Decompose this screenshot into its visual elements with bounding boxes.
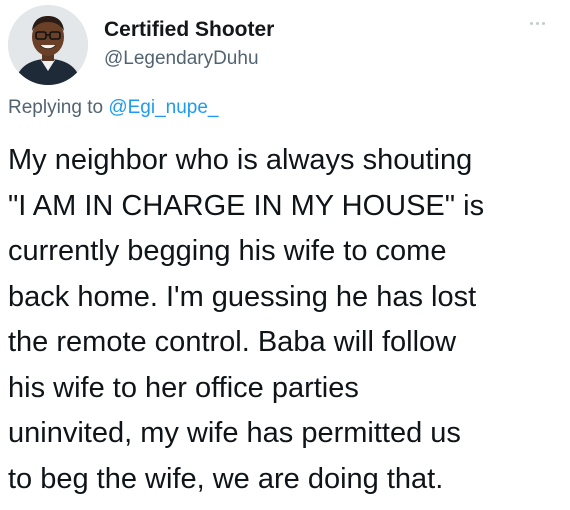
more-horizontal-icon[interactable] (526, 16, 550, 30)
reply-target-link[interactable]: @Egi_nupe_ (108, 97, 218, 118)
tweet-text-line: My neighbor who is always shouting (8, 144, 473, 176)
tweet-text-line: to beg the wife, we are doing that. (8, 462, 444, 495)
replying-to-label: Replying to (8, 97, 104, 118)
avatar[interactable] (8, 5, 88, 85)
tweet-text-line: uninvited, my wife has permitted us (8, 417, 461, 449)
tweet-card: Certified Shooter @LegendaryDuhu Replyin… (0, 0, 570, 510)
tweet-text: My neighbor who is always shouting "I AM… (8, 138, 564, 502)
tweet-text-line: back home. I'm guessing he has lost (8, 280, 477, 313)
tweet-text-line: the remote control. Baba will follow (8, 326, 457, 358)
tweet-text-line: "I AM IN CHARGE IN MY HOUSE" is (8, 189, 485, 222)
profile-photo (8, 5, 88, 85)
tweet-text-line: his wife to her office parties (8, 371, 359, 404)
replying-to: Replying to @Egi_nupe_ (8, 97, 219, 119)
author-display-name[interactable]: Certified Shooter (104, 18, 274, 42)
tweet-text-line: currently begging his wife to come (8, 235, 447, 267)
author-handle[interactable]: @LegendaryDuhu (104, 48, 259, 70)
